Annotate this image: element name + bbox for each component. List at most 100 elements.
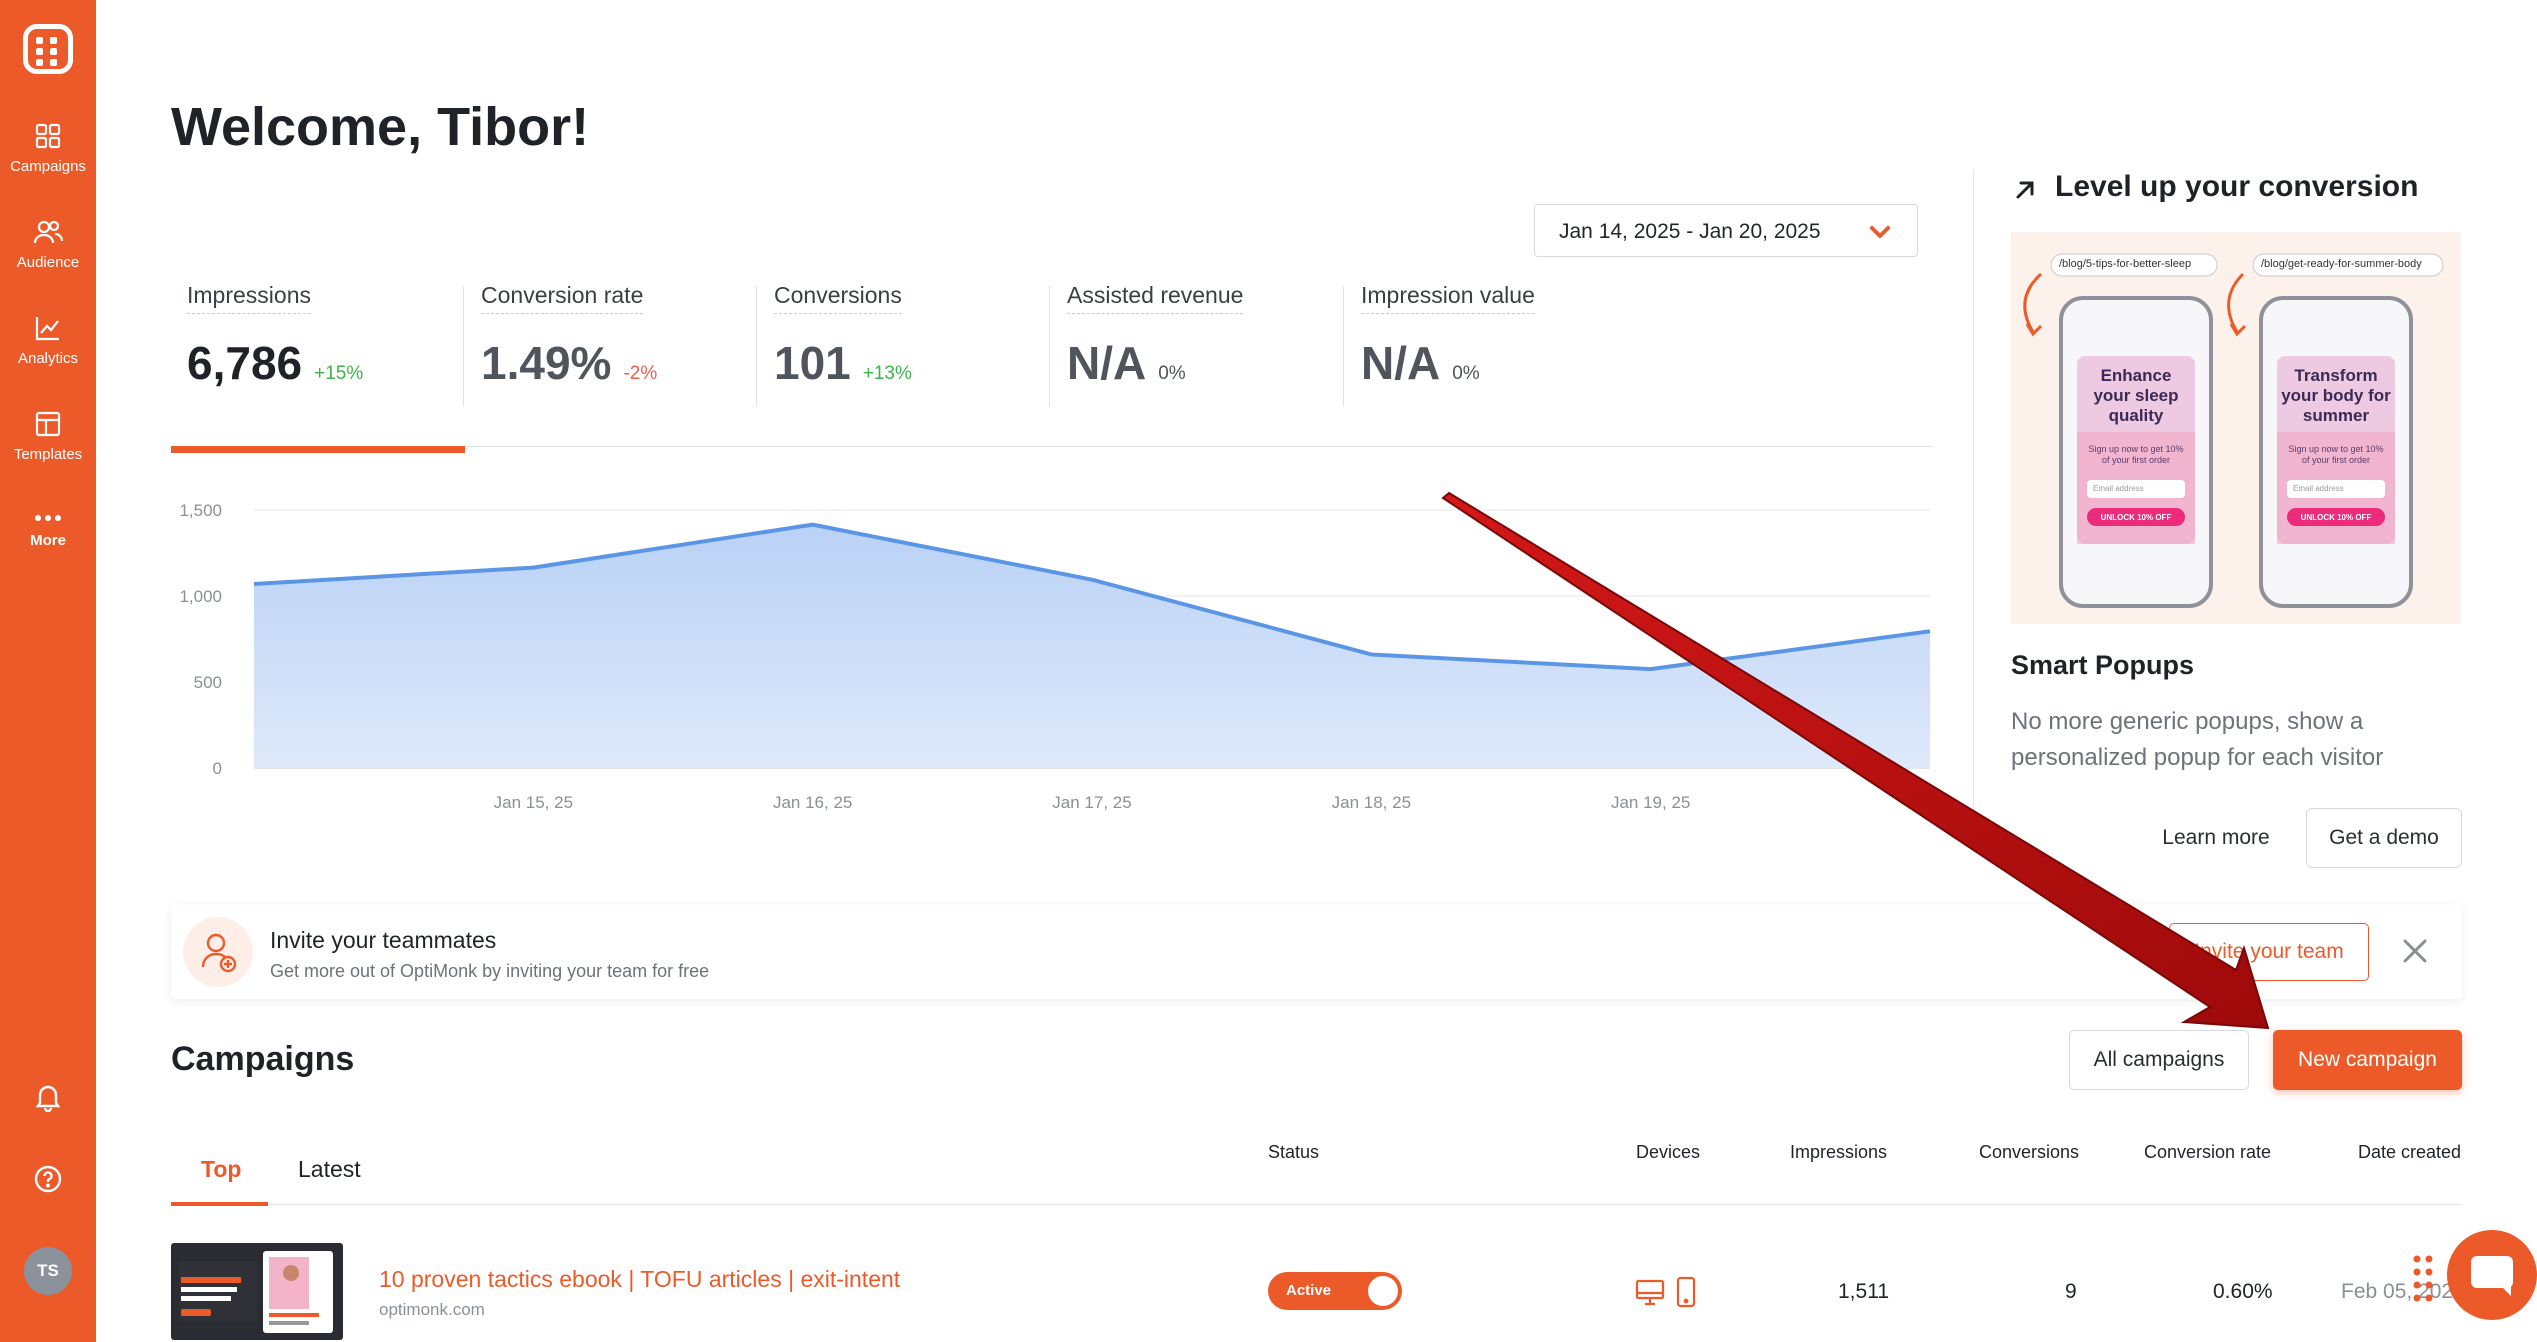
- metric-divider: [463, 286, 464, 406]
- column-header-impressions[interactable]: Impressions: [1790, 1142, 1887, 1163]
- column-header-date-created[interactable]: Date created: [2358, 1142, 2461, 1163]
- date-range-picker[interactable]: Jan 14, 2025 - Jan 20, 2025: [1534, 204, 1918, 257]
- metric-conversions[interactable]: Conversions 101 +13%: [774, 282, 912, 412]
- help-button[interactable]: [0, 1164, 96, 1194]
- phone-2-subtext: Sign up now to get 10% of your first ord…: [2288, 444, 2384, 465]
- metric-divider: [1049, 286, 1050, 406]
- learn-more-button[interactable]: Learn more: [2146, 808, 2286, 868]
- metric-label: Conversion rate: [481, 282, 644, 314]
- help-question-icon: [34, 1165, 62, 1193]
- sidebar-item-label: Analytics: [17, 350, 79, 367]
- sidebar: Campaigns Audience Analytics Templates M…: [0, 0, 96, 1342]
- avatar[interactable]: TS: [24, 1247, 72, 1295]
- campaign-domain: optimonk.com: [379, 1300, 485, 1319]
- smart-popups-illustration-svg: [2023, 253, 2444, 608]
- phone-1-headline: Enhance your sleep quality: [2093, 366, 2179, 425]
- phone-2-cta: UNLOCK 10% OFF: [2300, 513, 2372, 522]
- metric-change: 0%: [1452, 363, 1480, 384]
- phone-2-headline: Transform your body for summer: [2281, 366, 2391, 425]
- tab-top[interactable]: Top: [201, 1156, 241, 1183]
- column-header-devices[interactable]: Devices: [1636, 1142, 1700, 1163]
- metric-change: -2%: [623, 363, 658, 384]
- metric-impressions[interactable]: Impressions 6,786 +15%: [187, 282, 363, 412]
- metric-change: 0%: [1158, 363, 1186, 384]
- sidebar-item-templates[interactable]: Templates: [0, 410, 96, 500]
- metric-change: +13%: [862, 363, 912, 384]
- campaign-conversion-rate: 0.60%: [2213, 1280, 2273, 1303]
- metric-assisted-revenue[interactable]: Assisted revenue N/A 0%: [1067, 282, 1244, 412]
- sidebar-item-label: Templates: [13, 446, 83, 463]
- metric-value: 101: [774, 337, 851, 389]
- campaign-thumbnail-graphic: [179, 1251, 333, 1333]
- metric-value: N/A: [1361, 337, 1441, 389]
- sidebar-item-label: More: [30, 532, 66, 549]
- close-icon[interactable]: [2399, 935, 2431, 967]
- sidebar-item-label: Audience: [16, 254, 80, 271]
- invite-teammates-banner: Invite your teammates Get more out of Op…: [171, 905, 2462, 999]
- campaign-date-created: Feb 05, 202: [2341, 1280, 2454, 1303]
- chat-support-button[interactable]: [2447, 1230, 2537, 1320]
- smart-popups-illustration: /blog/5-tips-for-better-sleep /blog/get-…: [2011, 232, 2461, 624]
- y-tick-label: 500: [194, 673, 222, 692]
- sidebar-item-more[interactable]: More: [0, 512, 96, 602]
- sidebar-item-campaigns[interactable]: Campaigns: [0, 122, 96, 212]
- sidebar-item-analytics[interactable]: Analytics: [0, 314, 96, 404]
- metric-label: Impression value: [1361, 282, 1535, 314]
- phone-1-email: Email address: [2093, 484, 2144, 493]
- status-label: Active: [1286, 1282, 1332, 1299]
- campaign-impressions: 1,511: [1838, 1280, 1889, 1303]
- metric-conversion-rate[interactable]: Conversion rate 1.49% -2%: [481, 282, 657, 412]
- invite-title: Invite your teammates: [270, 927, 497, 953]
- metrics-row: Impressions 6,786 +15% Conversion rate 1.…: [171, 282, 1933, 452]
- desktop-icon: [1635, 1279, 1665, 1306]
- metric-active-indicator: [171, 446, 465, 453]
- chevron-down-icon: [1870, 226, 1890, 238]
- notifications-button[interactable]: [0, 1082, 96, 1112]
- x-tick-label: Jan 18, 25: [1332, 793, 1411, 812]
- date-range-value: Jan 14, 2025 - Jan 20, 2025: [1559, 220, 1821, 243]
- more-dots-icon: [35, 515, 61, 521]
- promo-divider: [1973, 170, 1974, 810]
- metric-divider: [1343, 286, 1344, 406]
- metric-value: 6,786: [187, 337, 303, 389]
- active-tab-indicator: [171, 1202, 268, 1206]
- y-tick-label: 0: [213, 759, 222, 778]
- campaign-thumbnail[interactable]: [171, 1243, 343, 1340]
- campaign-conversions: 9: [2065, 1280, 2077, 1303]
- invite-subtitle: Get more out of OptiMonk by inviting you…: [270, 961, 710, 981]
- audience-people-icon: [33, 220, 63, 244]
- metric-impression-value[interactable]: Impression value N/A 0%: [1361, 282, 1535, 412]
- chart-area-fill: [254, 524, 1930, 768]
- widget-grid-dots-icon[interactable]: [2412, 1254, 2434, 1304]
- metric-label: Conversions: [774, 282, 902, 314]
- phone-1-cta: UNLOCK 10% OFF: [2100, 513, 2172, 522]
- smart-popups-description: No more generic popups, show a personali…: [2011, 708, 2384, 771]
- toggle-knob: [1368, 1276, 1398, 1306]
- x-tick-label: Jan 19, 25: [1611, 793, 1690, 812]
- templates-layout-icon: [35, 411, 61, 437]
- metric-label: Assisted revenue: [1067, 282, 1244, 314]
- column-header-conversion-rate[interactable]: Conversion rate: [2144, 1142, 2271, 1163]
- column-header-conversions[interactable]: Conversions: [1979, 1142, 2079, 1163]
- campaign-name-link[interactable]: 10 proven tactics ebook | TOFU articles …: [379, 1266, 900, 1293]
- metric-label: Impressions: [187, 282, 311, 314]
- page-title: Welcome, Tibor!: [171, 97, 590, 157]
- impressions-chart: 0 500 1,000 1,500 Jan 15, 25 Jan 16, 25 Jan 17…: [160, 488, 1940, 828]
- x-tick-label: Jan 15, 25: [494, 793, 573, 812]
- url-tag-2: /blog/get-ready-for-summer-body: [2261, 258, 2422, 270]
- metric-divider: [756, 286, 757, 406]
- metric-value: 1.49%: [481, 337, 612, 389]
- chat-bubble-icon: [2471, 1256, 2513, 1296]
- new-campaign-button[interactable]: New campaign: [2273, 1030, 2462, 1090]
- campaign-status-toggle[interactable]: Active: [1268, 1272, 1402, 1310]
- invite-team-button[interactable]: Invite your team: [2169, 923, 2369, 981]
- arrow-up-right-icon: [2016, 181, 2034, 199]
- optimonk-logo-icon[interactable]: [23, 24, 73, 74]
- sidebar-item-audience[interactable]: Audience: [0, 218, 96, 308]
- y-tick-label: 1,000: [179, 587, 222, 606]
- get-demo-button[interactable]: Get a demo: [2306, 808, 2462, 868]
- all-campaigns-button[interactable]: All campaigns: [2069, 1030, 2249, 1090]
- campaigns-grid-icon: [35, 123, 61, 149]
- column-header-status[interactable]: Status: [1268, 1142, 1319, 1163]
- tab-latest[interactable]: Latest: [298, 1156, 361, 1183]
